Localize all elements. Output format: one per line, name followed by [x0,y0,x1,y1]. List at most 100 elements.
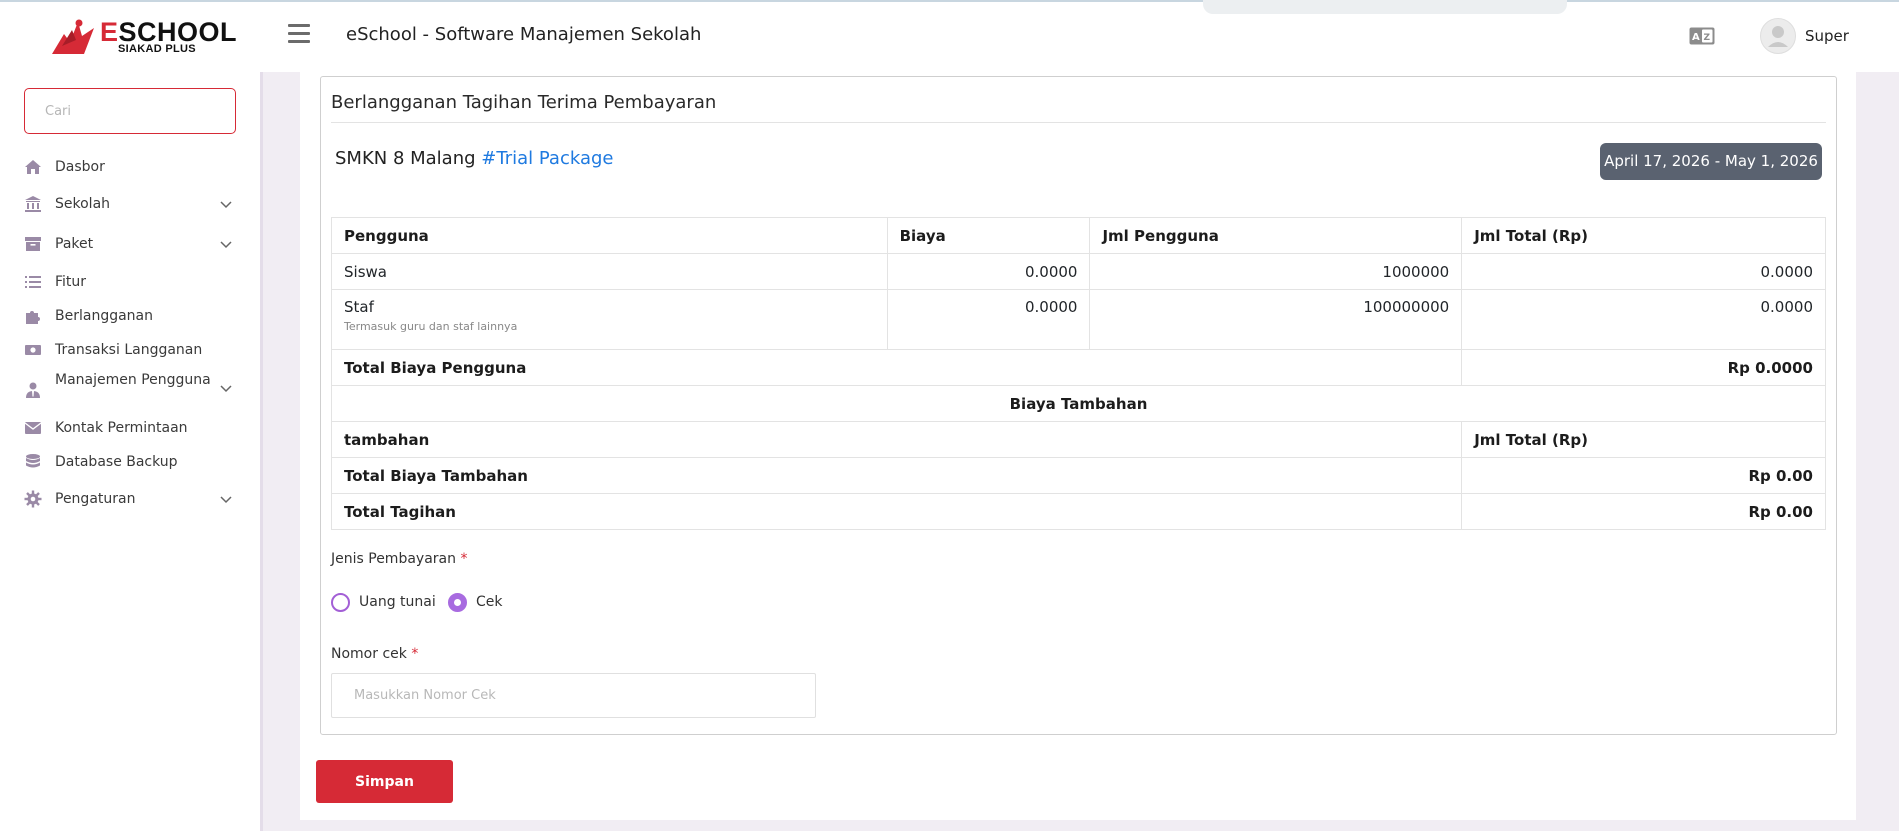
money-icon [25,345,41,355]
card-title: Berlangganan Tagihan Terima Pembayaran [331,92,717,113]
column-header: Pengguna [331,217,888,254]
table-row: Staf Termasuk guru dan staf lainnya 0.00… [331,289,1826,350]
column-header: Jml Pengguna [1089,217,1463,254]
fee-cell: 0.0000 [886,253,1091,290]
database-icon [26,454,40,468]
extra-fee-column: tambahan [330,421,1463,458]
table-row: Total Biaya Tambahan Rp 0.00 [330,457,1826,494]
total-extra-fee-label: Total Biaya Tambahan [330,457,1463,494]
sidebar-item-sekolah[interactable]: Sekolah [24,189,240,219]
bank-icon [25,196,41,212]
table-row: tambahan Jml Total (Rp) [330,421,1826,458]
chevron-down-icon [220,241,232,249]
page-gutter [1882,72,1899,831]
required-mark: * [411,646,419,662]
sidebar-item-label: Database Backup [55,454,178,470]
user-count-cell: 100000000 [1089,289,1463,350]
home-icon [25,160,41,174]
sidebar-item-label: Transaksi Langganan [55,342,203,358]
grand-total-label: Total Tagihan [330,493,1463,530]
puzzle-icon [26,311,40,324]
radio-cheque[interactable] [448,593,467,612]
cheque-number-input[interactable] [331,673,816,718]
user-type-cell: Siswa [331,253,888,290]
logo-subtitle: SIAKAD PLUS [118,43,196,55]
table-row: Total Biaya Pengguna Rp 0.0000 [330,349,1826,386]
sidebar-item-manajemen-pengguna[interactable]: Manajemen Pengguna [24,373,240,403]
table-row: Siswa 0.0000 1000000 0.0000 [331,253,1826,290]
sidebar-item-label: Dasbor [55,159,105,175]
sidebar-item-label: Paket [55,236,94,252]
menu-icon[interactable] [288,24,310,44]
title-divider [331,122,1826,123]
chevron-down-icon [220,201,232,209]
user-tie-icon [26,382,40,398]
sidebar-item-pengaturan[interactable]: Pengaturan [24,484,240,514]
chevron-down-icon [220,496,232,504]
user-name[interactable]: Super [1805,27,1849,45]
envelope-icon [24,422,42,434]
sidebar-item-label: Sekolah [55,196,111,212]
extra-fee-total-header: Jml Total (Rp) [1461,421,1826,458]
grand-total-value: Rp 0.00 [1461,493,1826,530]
extra-fee-heading: Biaya Tambahan [331,385,1826,422]
school-name: SMKN 8 Malang #Trial Package [335,148,613,169]
sidebar-item-paket[interactable]: Paket [24,229,240,259]
gear-icon [24,490,42,508]
save-button[interactable]: Simpan [316,760,453,803]
sidebar-search-input[interactable] [24,88,236,134]
app-title: eSchool - Software Manajemen Sekolah [346,24,702,45]
user-type-note: Termasuk guru dan staf lainnya [344,320,518,333]
cheque-number-label: Nomor cek * [331,646,418,662]
payment-type-label: Jenis Pembayaran * [331,551,467,567]
payment-type-label-text: Jenis Pembayaran [331,551,456,567]
table-row: Total Tagihan Rp 0.00 [330,493,1826,530]
total-cell: 0.0000 [1461,289,1826,350]
table-row: Biaya Tambahan [331,385,1826,422]
sidebar-divider [260,72,263,831]
total-user-fee-value: Rp 0.0000 [1461,349,1826,386]
sidebar-item-dasbor[interactable]: Dasbor [24,152,240,182]
svg-text:Z: Z [1704,33,1711,43]
sidebar-item-kontak-permintaan[interactable]: Kontak Permintaan [24,413,240,443]
radio-cash[interactable] [331,593,350,612]
sidebar-item-database-backup[interactable]: Database Backup [24,447,240,477]
archive-icon [25,237,41,251]
user-type-cell: Staf Termasuk guru dan staf lainnya [331,289,888,350]
sidebar-item-label: Kontak Permintaan [55,420,188,436]
user-avatar-icon [1768,26,1788,47]
table-header-row: Pengguna Biaya Jml Pengguna Jml Total (R… [331,217,1826,254]
fee-cell: 0.0000 [886,289,1091,350]
user-type-label: Staf [344,298,374,316]
total-cell: 0.0000 [1461,253,1826,290]
sidebar-item-label: Pengaturan [55,491,136,507]
sidebar-item-label: Manajemen Pengguna [55,372,211,388]
date-range-badge: April 17, 2026 - May 1, 2026 [1600,143,1822,180]
avatar[interactable] [1760,18,1796,54]
sidebar-item-transaksi-langganan[interactable]: Transaksi Langganan [24,335,240,365]
top-search-pill[interactable] [1203,0,1567,14]
required-mark: * [460,551,468,567]
language-icon[interactable]: A Z [1689,27,1715,45]
radio-cheque-label[interactable]: Cek [476,594,503,610]
school-name-text: SMKN 8 Malang [335,148,476,169]
logo-mark-icon [52,19,94,54]
sidebar-item-fitur[interactable]: Fitur [24,267,240,297]
sidebar-item-label: Berlangganan [55,308,153,324]
eschool-logo[interactable]: ESCHOOL SIAKAD PLUS [48,16,237,58]
cheque-number-label-text: Nomor cek [331,646,407,662]
column-header: Jml Total (Rp) [1461,217,1826,254]
sidebar-item-berlangganan[interactable]: Berlangganan [24,301,240,331]
radio-cash-label[interactable]: Uang tunai [359,594,436,610]
package-tag[interactable]: #Trial Package [481,148,613,169]
chevron-down-icon [220,385,232,393]
total-user-fee-label: Total Biaya Pengguna [330,349,1463,386]
top-navbar [0,2,1899,72]
total-extra-fee-value: Rp 0.00 [1461,457,1826,494]
column-header: Biaya [886,217,1091,254]
billing-table: Pengguna Biaya Jml Pengguna Jml Total (R… [330,217,1826,530]
user-count-cell: 1000000 [1089,253,1463,290]
sidebar-item-label: Fitur [55,274,87,290]
list-icon [25,276,41,288]
svg-text:A: A [1692,32,1700,43]
